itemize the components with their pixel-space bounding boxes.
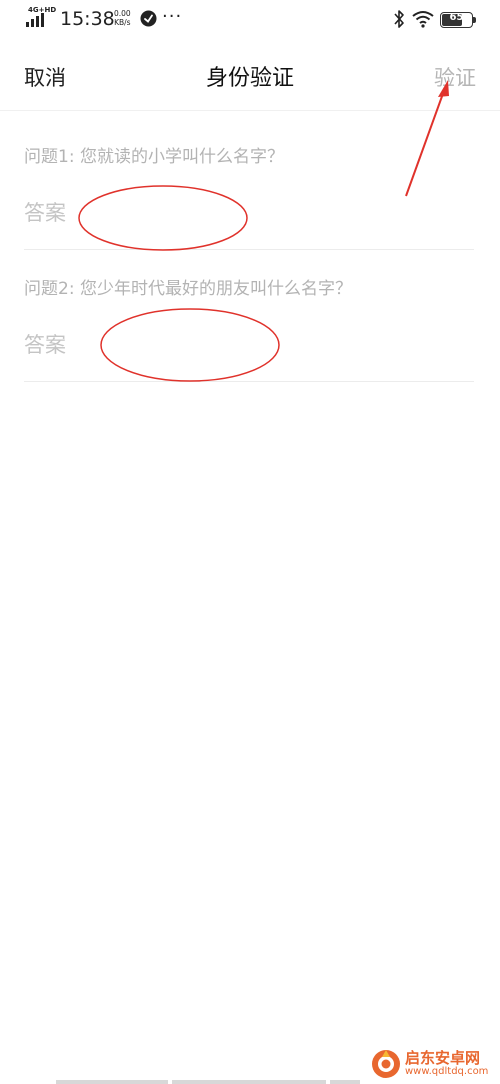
watermark-url: www.qdltdq.com: [405, 1066, 489, 1077]
clock-badge-icon: [140, 10, 157, 27]
bluetooth-icon: [394, 10, 404, 28]
speed-value: 0.00: [114, 9, 131, 18]
status-bar: 4G+HD 15:38 0.00 KB/s ··· 65: [0, 0, 500, 38]
question-label: 问题2: 您少年时代最好的朋友叫什么名字？: [24, 279, 352, 299]
verify-button[interactable]: 验证: [434, 62, 476, 92]
wifi-icon: [412, 11, 434, 28]
nav-bar: 取消 身份验证 验证: [0, 38, 500, 111]
question-block-1: 问题1: 您就读的小学叫什么名字？: [24, 145, 474, 250]
more-notifications-icon: ···: [162, 6, 183, 27]
answer-row: [24, 193, 474, 250]
battery-tip: [473, 17, 476, 23]
question-block-2: 问题2: 您少年时代最好的朋友叫什么名字？: [24, 277, 474, 382]
question-label: 问题1: 您就读的小学叫什么名字？: [24, 147, 284, 167]
watermark-name: 启东安卓网: [405, 1049, 481, 1067]
answer-row: [24, 325, 474, 382]
bottom-bar-segment: [172, 1080, 326, 1084]
watermark: 启东安卓网 www.qdltdq.com: [371, 1047, 496, 1081]
battery-icon: 65: [440, 12, 473, 28]
bottom-bar-segment: [330, 1080, 360, 1084]
bottom-bar-segment: [56, 1080, 168, 1084]
answer-input-2[interactable]: [24, 325, 464, 365]
status-time: 15:38: [60, 8, 115, 30]
battery-level: 65: [449, 12, 464, 23]
watermark-logo-icon: [372, 1050, 400, 1078]
network-speed: 0.00 KB/s: [114, 9, 131, 27]
signal-icon: [26, 13, 44, 27]
page-title: 身份验证: [205, 66, 294, 91]
answer-input-1[interactable]: [24, 193, 464, 233]
speed-unit: KB/s: [114, 18, 131, 27]
